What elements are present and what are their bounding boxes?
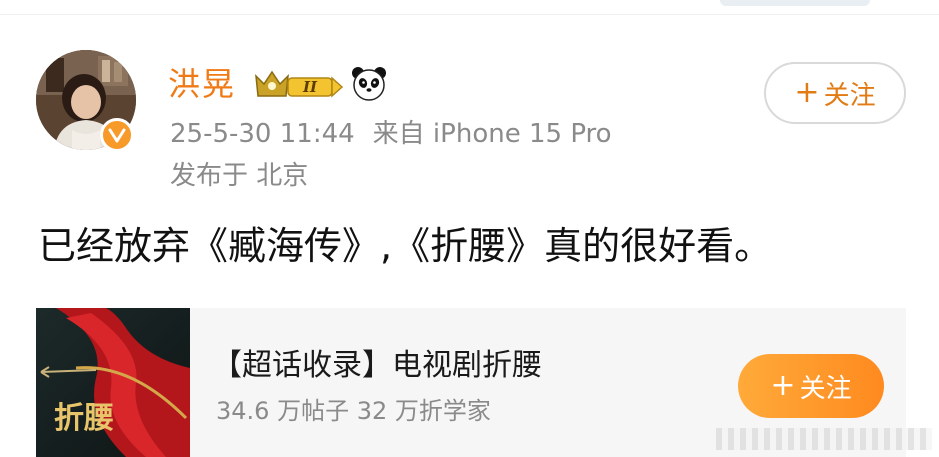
follow-topic-button[interactable]: + 关注 bbox=[738, 354, 884, 418]
username[interactable]: 洪晃 bbox=[168, 64, 236, 104]
post-location: 发布于 北京 bbox=[170, 161, 309, 191]
plus-icon: + bbox=[794, 75, 820, 110]
topic-title[interactable]: 【超话收录】电视剧折腰 bbox=[212, 346, 542, 386]
follow-user-button[interactable]: + 关注 bbox=[764, 62, 906, 124]
vip-crown-badge-icon[interactable]: II bbox=[252, 66, 346, 100]
topic-stats: 34.6 万帖子 32 万折学家 bbox=[216, 397, 491, 425]
panda-icon bbox=[350, 64, 388, 102]
topic-thumbnail[interactable]: 折腰 bbox=[36, 308, 190, 457]
follow-user-label: 关注 bbox=[823, 80, 876, 111]
follow-topic-label: 关注 bbox=[799, 373, 852, 404]
vip-level-text: II bbox=[302, 78, 318, 96]
plus-icon: + bbox=[770, 368, 796, 403]
post-body-text: 已经放弃《臧海传》,《折腰》真的很好看。 bbox=[38, 224, 773, 268]
top-bar-remnant bbox=[720, 0, 870, 6]
thumb-title: 折腰 bbox=[54, 401, 114, 436]
post-timestamp: 25-5-30 11:44 bbox=[170, 119, 355, 149]
post-source[interactable]: 来自 iPhone 15 Pro bbox=[373, 119, 612, 149]
image-strip-remnant bbox=[716, 428, 932, 450]
verified-badge-icon bbox=[100, 118, 134, 152]
top-divider bbox=[0, 14, 939, 15]
post-meta: 25-5-30 11:44 来自 iPhone 15 Pro bbox=[170, 116, 612, 152]
